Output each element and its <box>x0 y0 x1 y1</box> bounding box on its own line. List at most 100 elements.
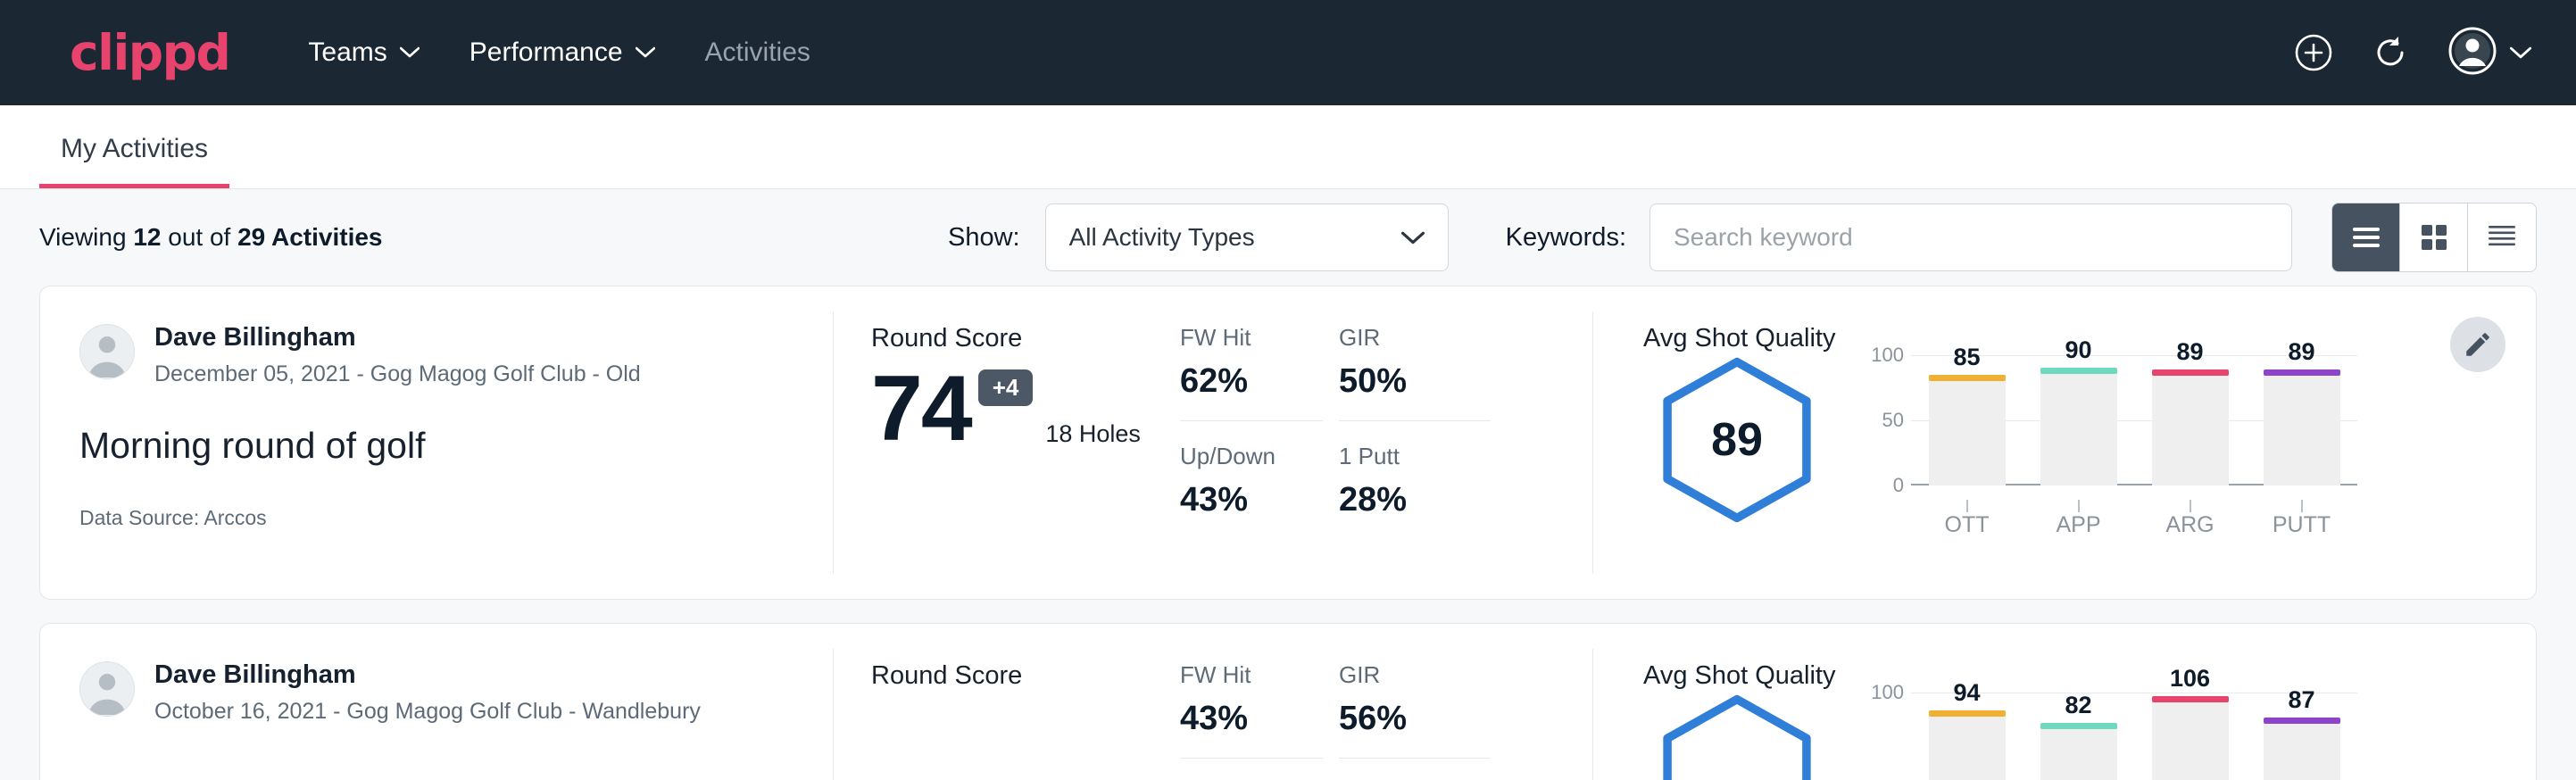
chevron-down-icon <box>400 46 420 59</box>
avatar <box>79 324 135 379</box>
nav-item-teams-label: Teams <box>308 37 386 68</box>
bar-group-ott: 94 <box>1929 693 2006 780</box>
quality-row: 100 94 82 <box>1643 693 2536 780</box>
compact-view-button[interactable] <box>2468 203 2536 271</box>
y-tick-0: 0 <box>1893 474 1904 497</box>
avatar <box>79 661 135 717</box>
nav-item-activities[interactable]: Activities <box>705 37 810 68</box>
nav-item-performance[interactable]: Performance <box>469 37 655 68</box>
bar-group-app: 82 <box>2040 693 2117 780</box>
stat-label: FW Hit <box>1180 661 1323 689</box>
tab-strip: My Activities <box>0 105 2576 189</box>
bar <box>1929 380 2006 485</box>
bar-cap <box>1929 375 2006 381</box>
author-name: Dave Billingham <box>154 661 701 690</box>
top-navigation-bar: clippd Teams Performance Activities <box>0 0 2576 105</box>
viewing-total: 29 Activities <box>237 223 382 251</box>
viewing-middle: out of <box>161 223 237 251</box>
grid-view-button[interactable] <box>2400 203 2468 271</box>
holes-played: 18 Holes <box>1045 420 1141 455</box>
x-tick <box>2264 500 2340 512</box>
bar-cap <box>2152 369 2229 376</box>
list-view-button[interactable] <box>2332 203 2400 271</box>
x-label-ott: OTT <box>1929 512 2006 538</box>
shot-quality-bar-chart: 100 50 0 85 <box>1857 355 2357 552</box>
stat-gir: GIR 56% <box>1339 661 1491 759</box>
round-score-row: 74 +4 18 Holes <box>871 362 1164 455</box>
activity-type-select[interactable]: All Activity Types <box>1045 203 1449 271</box>
bar-cap <box>2264 718 2340 724</box>
quality-hexagon <box>1643 693 1831 780</box>
shot-quality-bar-chart: 100 94 82 <box>1857 693 2357 780</box>
quality-score-value: 89 <box>1652 355 1822 525</box>
chevron-down-icon <box>1401 223 1425 252</box>
activity-meta: October 16, 2021 - Gog Magog Golf Club -… <box>154 699 701 725</box>
bar-cap <box>2152 696 2229 702</box>
bar-cap <box>2040 723 2117 729</box>
bar <box>2264 723 2340 780</box>
activity-meta: December 05, 2021 - Gog Magog Golf Club … <box>154 361 641 387</box>
stat-value: 62% <box>1180 362 1323 401</box>
stat-fw-hit: FW Hit 62% <box>1180 324 1323 421</box>
bar-value: 87 <box>2288 686 2314 714</box>
quality-row: 89 100 50 0 85 <box>1643 355 2536 552</box>
chart-bars: 94 82 106 8 <box>1911 693 2357 780</box>
plus-circle-icon[interactable] <box>2294 33 2333 72</box>
round-score-value: 74 <box>871 362 971 455</box>
activity-card[interactable]: Dave Billingham October 16, 2021 - Gog M… <box>39 623 2537 780</box>
keywords-label: Keywords: <box>1506 223 1626 253</box>
round-score-column: Round Score <box>834 624 1164 780</box>
activity-card[interactable]: Dave Billingham December 05, 2021 - Gog … <box>39 286 2537 600</box>
chart-plot-area: 94 82 106 8 <box>1911 693 2357 780</box>
tab-my-activities[interactable]: My Activities <box>39 134 229 188</box>
chevron-down-icon <box>636 46 655 59</box>
chart-x-ticks <box>1911 500 2357 512</box>
chevron-down-icon <box>2510 46 2531 60</box>
stat-label: FW Hit <box>1180 324 1323 352</box>
stat-up-down: Up/Down 43% <box>1180 443 1323 525</box>
app-logo[interactable]: clippd <box>70 24 229 81</box>
avg-shot-quality-label: Avg Shot Quality <box>1643 661 2536 691</box>
round-score-label: Round Score <box>871 324 1164 353</box>
y-tick-100: 100 <box>1871 681 1904 704</box>
edit-activity-button[interactable] <box>2450 317 2505 372</box>
chart-x-labels: OTT APP ARG PUTT <box>1911 512 2357 538</box>
show-label: Show: <box>948 223 1020 253</box>
stat-value: 43% <box>1180 481 1323 519</box>
bar-group-putt: 89 <box>2264 355 2340 485</box>
stat-label: GIR <box>1339 324 1491 352</box>
tab-my-activities-label: My Activities <box>61 134 208 163</box>
avg-shot-quality-column: Avg Shot Quality 100 <box>1593 624 2536 780</box>
pencil-icon <box>2463 329 2493 360</box>
activity-count-summary: Viewing 12 out of 29 Activities <box>39 223 383 252</box>
search-input[interactable] <box>1649 203 2292 271</box>
bar-cap <box>2040 368 2117 374</box>
bar <box>1929 716 2006 780</box>
stat-fw-hit: FW Hit 43% <box>1180 661 1323 759</box>
activity-data-source: Data Source: Arccos <box>79 506 833 530</box>
round-score-column: Round Score 74 +4 18 Holes <box>834 286 1164 599</box>
bar-value: 106 <box>2170 665 2210 693</box>
quality-hexagon: 89 <box>1643 355 1831 525</box>
chart-y-axis: 100 50 0 <box>1857 355 1904 498</box>
x-tick <box>2152 500 2229 512</box>
stat-one-putt: 1 Putt 28% <box>1339 443 1491 525</box>
bar-group-arg: 106 <box>2152 693 2229 780</box>
stat-value: 56% <box>1339 700 1491 738</box>
bar-group-arg: 89 <box>2152 355 2229 485</box>
stat-label: 1 Putt <box>1339 443 1491 470</box>
account-menu[interactable] <box>2447 26 2531 80</box>
stats-grid: FW Hit 62% GIR 50% Up/Down 43% 1 Putt 28… <box>1180 324 1592 525</box>
chart-y-axis: 100 <box>1857 693 1904 780</box>
avg-shot-quality-column: Avg Shot Quality 89 100 50 0 <box>1593 286 2536 599</box>
stats-grid: FW Hit 43% GIR 56% <box>1180 661 1592 780</box>
refresh-icon[interactable] <box>2371 33 2410 72</box>
chart-bars: 85 90 89 89 <box>1911 355 2357 485</box>
nav-item-activities-label: Activities <box>705 37 810 68</box>
stat-value: 28% <box>1339 481 1491 519</box>
nav-item-teams[interactable]: Teams <box>308 37 419 68</box>
round-score-label: Round Score <box>871 661 1164 691</box>
bar <box>2264 375 2340 485</box>
activity-info-column: Dave Billingham December 05, 2021 - Gog … <box>40 286 833 599</box>
quality-score-value <box>1652 693 1822 780</box>
